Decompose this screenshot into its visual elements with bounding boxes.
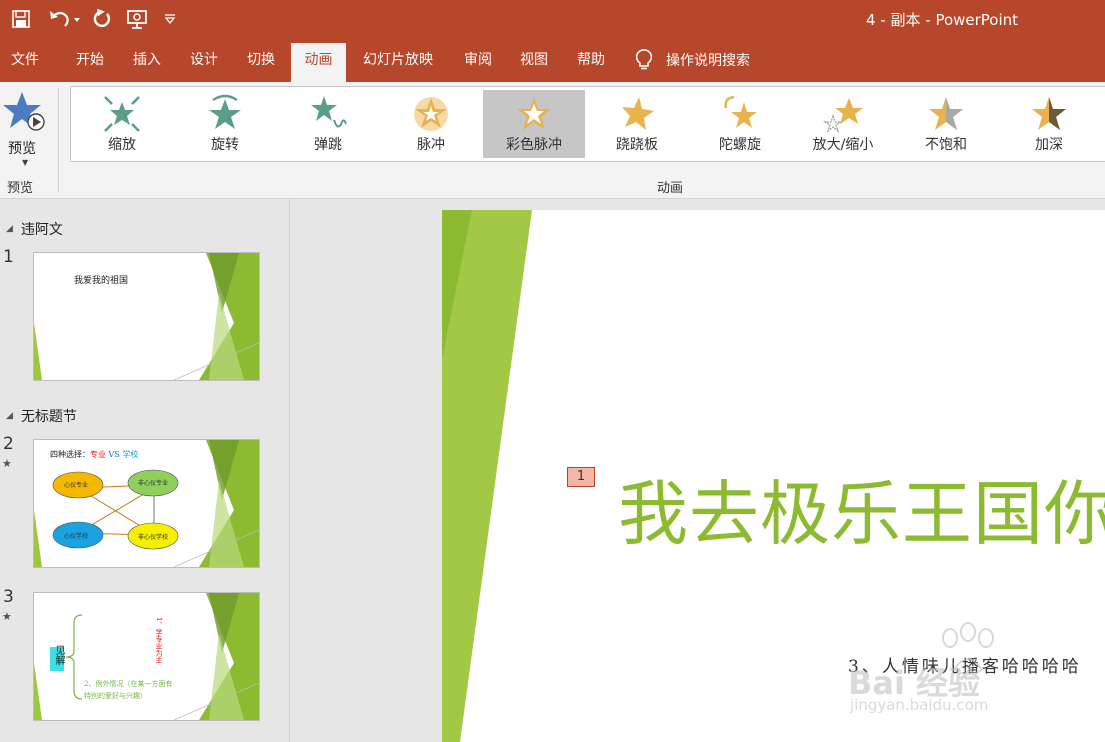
section-header[interactable]: ◢ 无标题节 <box>6 406 77 426</box>
undo-icon[interactable] <box>44 6 84 32</box>
present-icon[interactable] <box>124 6 150 32</box>
animation-desaturate[interactable]: 不饱和 <box>895 90 997 158</box>
zoom-star-icon <box>104 96 140 132</box>
animation-order-tag[interactable]: 1 <box>567 467 595 487</box>
tab-file[interactable]: 文件 <box>0 38 50 82</box>
redo-icon[interactable] <box>90 6 114 32</box>
animation-pulse[interactable]: 脉冲 <box>380 90 482 158</box>
animation-grow-shrink[interactable]: 放大/缩小 <box>792 90 894 158</box>
animation-star-icon: ★ <box>2 457 12 470</box>
desaturate-star-icon <box>929 97 963 130</box>
slide-thumbnail-3[interactable]: 见解 1、学专业为主 2、例外情况（在某一方面有 特别的爱好与兴趣） <box>33 592 260 721</box>
save-icon[interactable] <box>8 6 34 32</box>
tell-me-search[interactable]: 操作说明搜索 <box>636 38 750 82</box>
preview-label: 预览 <box>8 141 36 157</box>
preview-group-label: 预览 <box>7 181 34 196</box>
slide-title-text: 我爱我的祖国 <box>74 276 129 286</box>
window-title: 4 - 副本 - PowerPoint <box>866 11 1019 29</box>
tab-review[interactable]: 审阅 <box>450 38 506 82</box>
diagram-node: 非心仪学校 <box>138 534 169 541</box>
group-divider <box>58 88 59 192</box>
bounce-star-icon <box>311 96 347 128</box>
slide-number: 3 <box>3 587 14 607</box>
animation-rotate[interactable]: 旋转 <box>174 90 276 158</box>
tab-help[interactable]: 帮助 <box>563 38 619 82</box>
animation-grow-shrink-label: 放大/缩小 <box>812 137 874 153</box>
animation-darken-label: 加深 <box>1035 137 1063 153</box>
animation-teeter-label: 跷跷板 <box>616 137 658 153</box>
animation-desaturate-label: 不饱和 <box>925 137 967 153</box>
slide-thumbnail-1[interactable]: 我爱我的祖国 <box>33 252 260 381</box>
ribbon-tabs: 文件 开始 插入 设计 切换 动画 幻灯片放映 审阅 视图 帮助 操作说明搜索 <box>0 38 1105 82</box>
slide-text-line: 特别的爱好与兴趣） <box>84 692 147 700</box>
color-pulse-star-icon <box>517 97 551 130</box>
animation-spin-label: 陀螺旋 <box>719 137 761 153</box>
diagram-node: 心仪专业 <box>64 482 89 489</box>
tab-view[interactable]: 视图 <box>506 38 562 82</box>
slide-title-text: 四种选择：专业 VS 学校 <box>50 450 139 459</box>
teeter-star-icon <box>622 97 654 130</box>
tab-slideshow[interactable]: 幻灯片放映 <box>350 38 446 82</box>
animation-teeter[interactable]: 跷跷板 <box>586 90 688 158</box>
animation-spin[interactable]: 陀螺旋 <box>689 90 791 158</box>
preview-star-icon <box>3 92 45 131</box>
slide-title[interactable]: 我去极乐王国你 <box>618 458 1105 559</box>
preview-button[interactable]: 预览 ▼ <box>2 88 46 168</box>
customize-icon[interactable] <box>160 6 180 32</box>
lightbulb-icon <box>636 49 652 71</box>
animation-zoom-label: 缩放 <box>108 137 136 153</box>
slide-text-line: 2、例外情况（在某一方面有 <box>84 680 173 688</box>
slide-thumbnail-2[interactable]: 四种选择：专业 VS 学校 心仪专业 非心仪专业 心仪学校 非心仪学校 <box>33 439 260 568</box>
animation-color-pulse-label: 彩色脉冲 <box>506 137 562 153</box>
slide-text-line: 1、学专业为主 <box>155 617 163 664</box>
title-bar: 4 - 副本 - PowerPoint <box>0 0 1105 38</box>
pulse-star-icon <box>414 97 448 131</box>
section-label: 违阿文 <box>20 222 63 238</box>
watermark-url: jingyan.baidu.com <box>850 696 989 714</box>
animation-pulse-label: 脉冲 <box>417 137 445 153</box>
grow-shrink-star-icon <box>823 98 863 133</box>
tab-animations[interactable]: 动画 <box>291 43 346 82</box>
animation-gallery: 缩放 旋转 弹跳 脉冲 彩色脉冲 跷跷板 陀螺旋 放大/缩小 不饱和 加深 <box>70 86 1105 162</box>
animation-darken[interactable]: 加深 <box>998 90 1100 158</box>
search-label: 操作说明搜索 <box>666 53 750 69</box>
rotate-star-icon <box>209 94 241 129</box>
tab-insert[interactable]: 插入 <box>119 38 175 82</box>
animation-bounce-label: 弹跳 <box>314 137 342 153</box>
animation-star-icon: ★ <box>2 610 12 623</box>
tab-design[interactable]: 设计 <box>176 38 232 82</box>
ribbon-panel: 预览 ▼ 预览 缩放 旋转 弹跳 脉冲 彩色脉冲 跷跷板 陀螺旋 放大/缩小 不… <box>0 82 1105 199</box>
diagram-node: 心仪学校 <box>64 533 89 540</box>
collapse-triangle-icon[interactable]: ◢ <box>6 411 13 421</box>
animation-bounce[interactable]: 弹跳 <box>277 90 379 158</box>
slide-decoration <box>34 253 259 380</box>
slide-number: 1 <box>3 247 14 267</box>
darken-star-icon <box>1032 97 1066 130</box>
preview-dropdown-icon[interactable]: ▼ <box>22 158 28 167</box>
animation-group-label: 动画 <box>657 181 684 196</box>
tab-home[interactable]: 开始 <box>62 38 118 82</box>
spin-star-icon <box>724 95 757 128</box>
collapse-triangle-icon[interactable]: ◢ <box>6 224 13 234</box>
slide-number: 2 <box>3 434 14 454</box>
animation-zoom[interactable]: 缩放 <box>71 90 173 158</box>
slide-box-label: 见解 <box>53 645 64 665</box>
section-label: 无标题节 <box>20 409 77 425</box>
baidu-watermark: Bai 经验 jingyan.baidu.com <box>848 620 1105 720</box>
animation-rotate-label: 旋转 <box>211 137 239 153</box>
diagram-node: 非心仪专业 <box>138 480 169 487</box>
tab-transitions[interactable]: 切换 <box>233 38 289 82</box>
section-header[interactable]: ◢ 违阿文 <box>6 219 63 239</box>
slides-panel: ◢ 违阿文 1 我爱我的祖国 ◢ 无标题节 2 ★ 四种选择：专业 VS 学校 … <box>0 199 290 742</box>
animation-color-pulse[interactable]: 彩色脉冲 <box>483 90 585 158</box>
